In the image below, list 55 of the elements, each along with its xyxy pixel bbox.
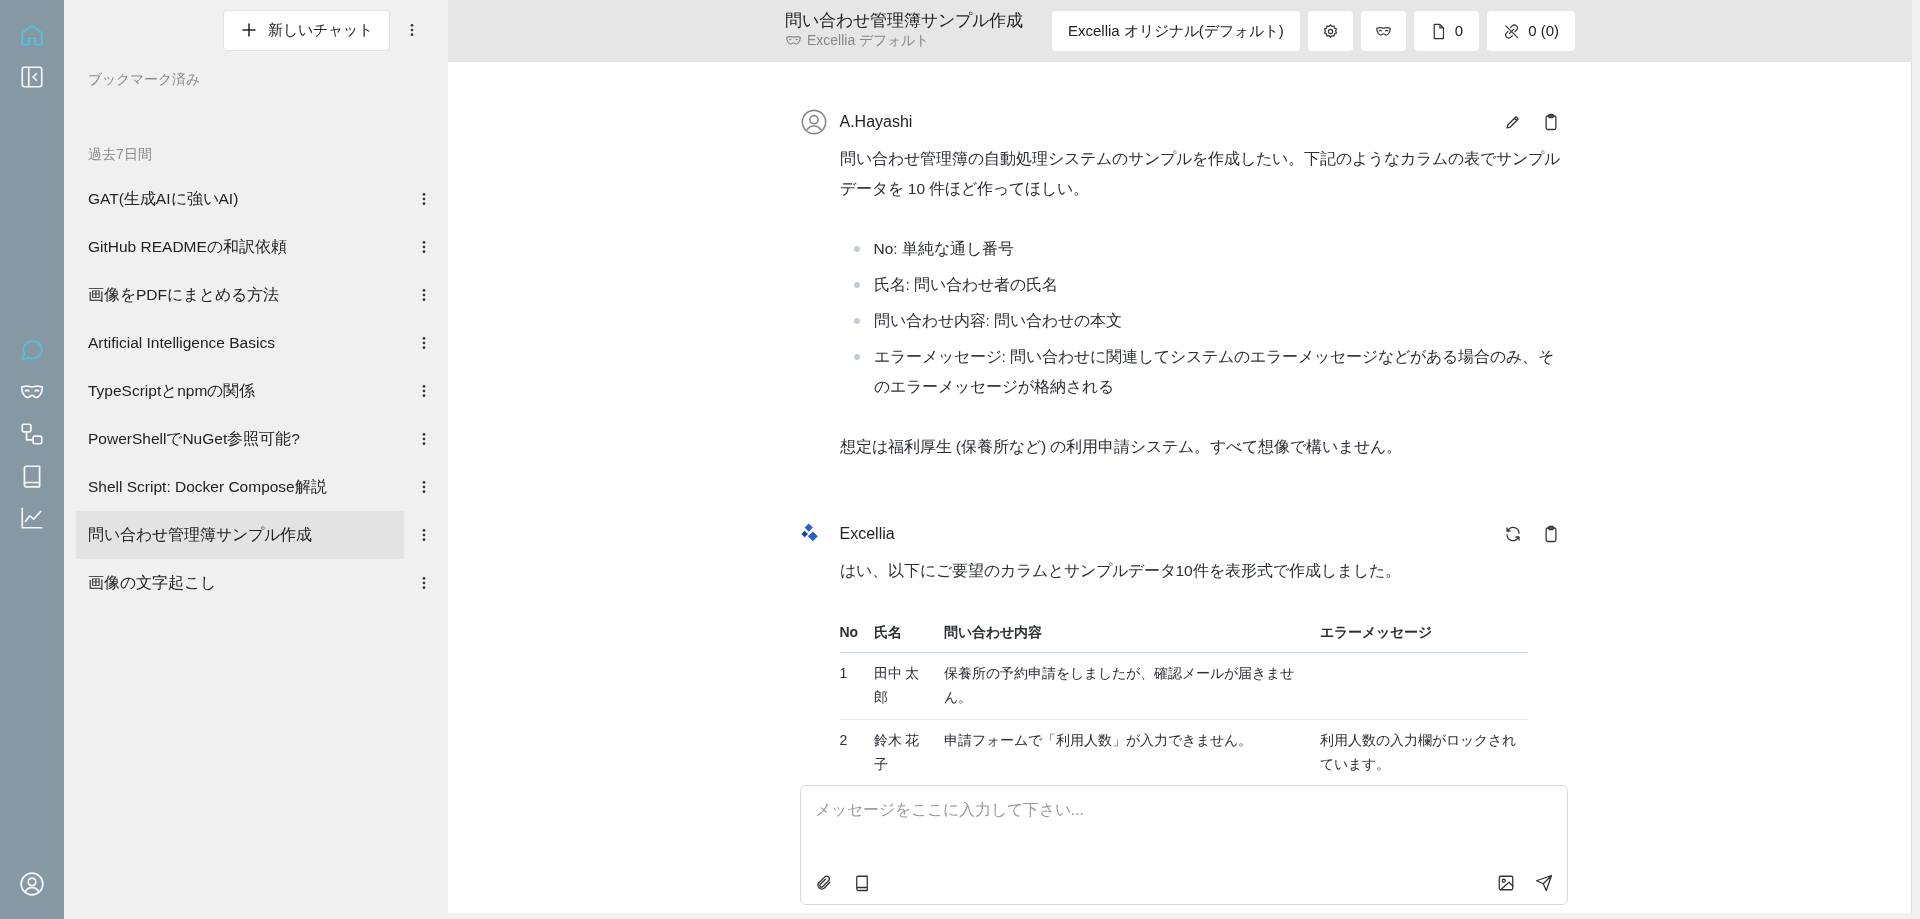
section-heading: ブックマーク済み <box>87 69 201 89</box>
home-icon[interactable] <box>19 22 45 48</box>
chat-bubble-icon[interactable] <box>19 337 45 364</box>
sidebar-toggle-icon[interactable] <box>19 64 45 90</box>
plus-icon <box>240 21 258 40</box>
section-heading: 過去7日間 <box>87 144 153 164</box>
files-button[interactable]: 0 <box>1413 11 1480 51</box>
edit-button[interactable] <box>1503 113 1522 131</box>
gear-icon <box>1321 22 1339 40</box>
send-button[interactable] <box>1534 874 1553 892</box>
column-header: エラーメッセージ <box>1319 616 1528 653</box>
settings-button[interactable] <box>1307 11 1353 51</box>
regenerate-button[interactable] <box>1503 525 1522 543</box>
chart-icon[interactable] <box>19 505 45 532</box>
table-cell: 保養所の予約申請をしましたが、確認メールが届きません。 <box>943 652 1320 720</box>
chat-history-item[interactable]: Shell Script: Docker Compose解説 <box>76 462 404 511</box>
list-item: 問い合わせ内容: 問い合わせの本文 <box>873 311 1123 331</box>
links-button[interactable]: 0 (0) <box>1487 11 1575 51</box>
column-header: No <box>839 616 874 653</box>
message-text: はい、以下にご要望のカラムとサンプルデータ10件を表形式で作成しました。 <box>839 561 1402 581</box>
list-item: No: 単純な通し番号 <box>873 239 1014 259</box>
chat-history-item[interactable]: GitHub READMEの和訳依頼 <box>76 222 404 271</box>
chat-history-item[interactable]: 問い合わせ管理簿サンプル作成 <box>76 510 404 559</box>
bullet-icon <box>853 318 860 324</box>
attach-file-button[interactable] <box>814 874 833 892</box>
list-item: エラーメッセージ: 問い合わせに関連してシステムのエラーメッセージなどがある場合のみ、そのエラーメッセージが格納される <box>873 347 1556 397</box>
bullet-icon <box>853 246 860 252</box>
author-name: A.Hayashi <box>839 112 913 132</box>
workflow-icon[interactable] <box>19 421 45 448</box>
chat-title: 問い合わせ管理簿サンプル作成 <box>785 10 1023 31</box>
list-item: 氏名: 問い合わせ者の氏名 <box>873 275 1059 295</box>
table-cell: 1 <box>839 652 874 720</box>
table-cell: 田中 太郎 <box>873 652 944 720</box>
chat-history-item[interactable]: PowerShellでNuGet参照可能? <box>76 414 404 463</box>
new-chat-button[interactable]: 新しいチャット <box>223 10 390 51</box>
model-select-button[interactable]: Excellia オリジナル(デフォルト) <box>1051 11 1300 51</box>
message-input[interactable]: メッセージをここに入力して下さい... <box>814 796 1553 824</box>
chat-history-item[interactable]: 画像をPDFにまとめる方法 <box>76 270 404 319</box>
bullet-icon <box>853 282 860 288</box>
unlink-icon <box>1503 22 1521 40</box>
bullet-icon <box>853 354 860 360</box>
column-header: 問い合わせ内容 <box>943 616 1320 653</box>
image-upload-button[interactable] <box>1496 874 1515 892</box>
user-avatar-icon <box>799 108 828 136</box>
persona-button[interactable] <box>1360 11 1406 51</box>
author-name: Excellia <box>839 524 895 544</box>
message-text: 問い合わせ管理簿の自動処理システムのサンプルを作成したい。下記のようなカラムの表でサンプルデータを 10 件ほど作ってほしい。 <box>839 149 1560 199</box>
message-text: 想定は福利厚生 (保養所など) の利用申請システム。すべて想像で構いません。 <box>839 437 1404 457</box>
user-icon[interactable] <box>19 871 45 897</box>
chat-history-item[interactable]: GAT(生成AIに強いAI) <box>76 174 404 223</box>
chat-history-item[interactable]: Artificial Intelligence Basics <box>76 318 404 367</box>
chat-history-item[interactable]: TypeScriptとnpmの関係 <box>76 366 404 415</box>
column-header: 氏名 <box>873 616 944 653</box>
persona-name: Excellia デフォルト <box>807 31 930 51</box>
chat-history-item[interactable]: 画像の文字起こし <box>76 558 404 607</box>
